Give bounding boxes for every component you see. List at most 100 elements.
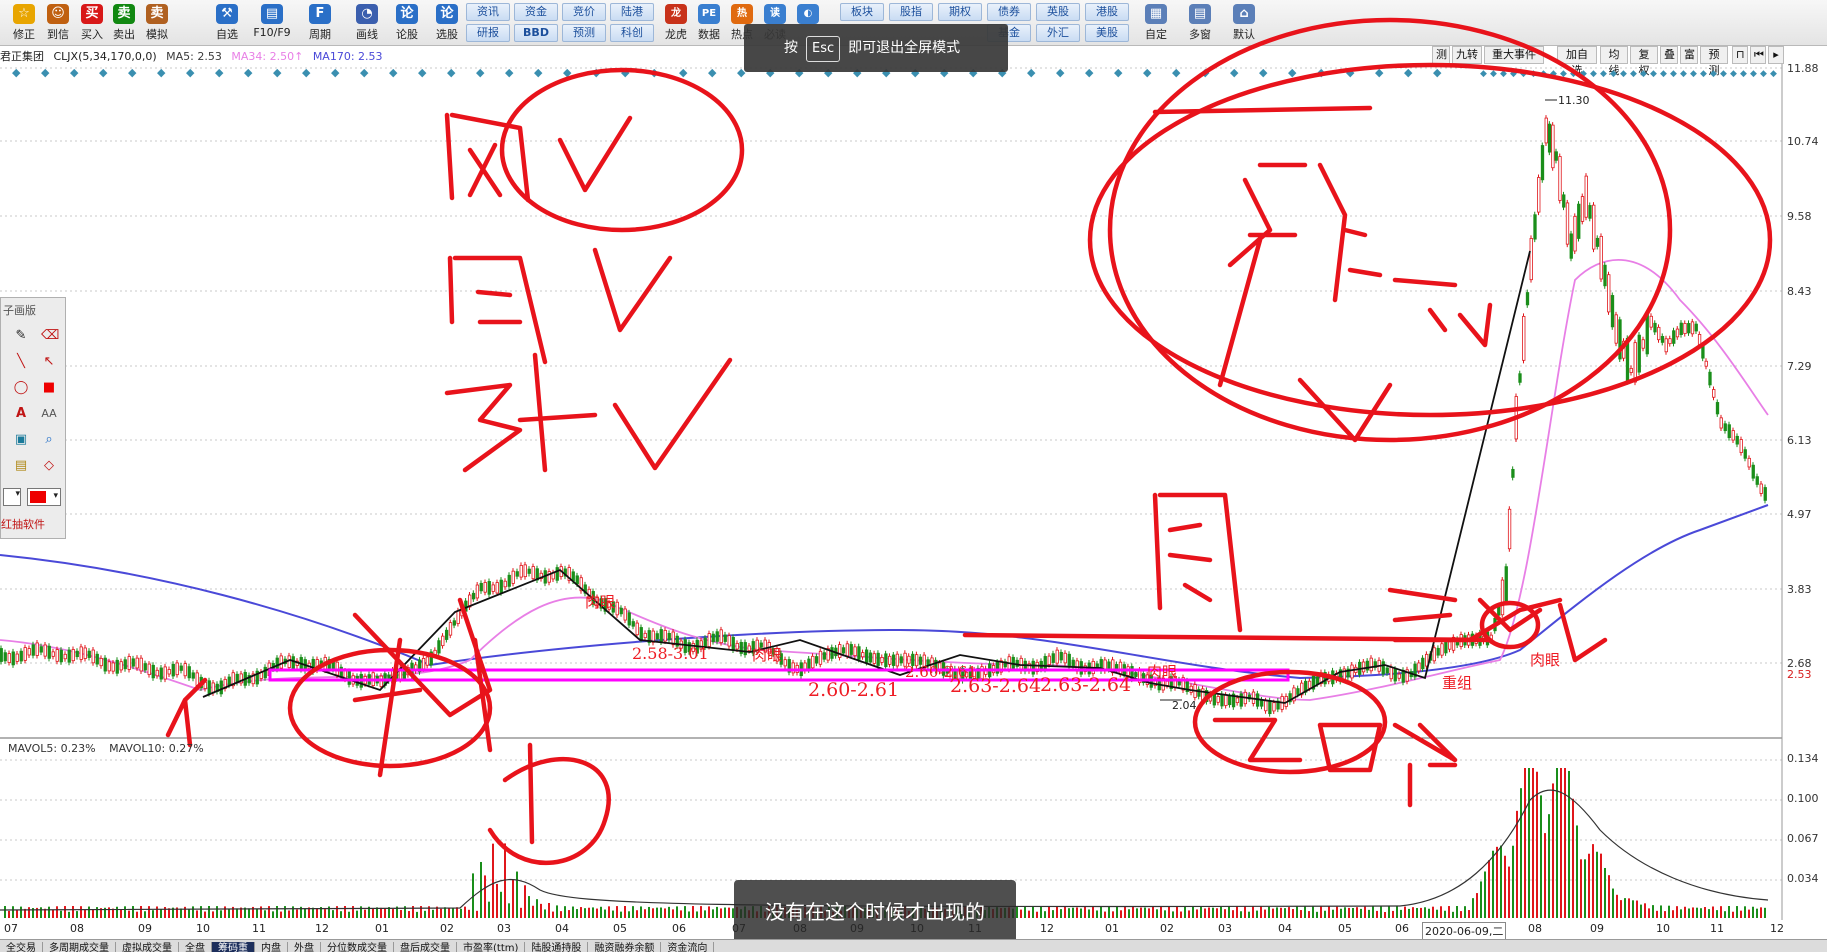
candle-body xyxy=(1727,424,1731,439)
eraser-icon[interactable]: ⌫ xyxy=(41,328,59,344)
candle-body xyxy=(139,657,143,672)
volume-bar xyxy=(1180,911,1182,918)
volume-bar xyxy=(1328,906,1330,918)
candle-body xyxy=(87,650,91,658)
font-size-icon[interactable]: AA xyxy=(41,406,57,422)
screenshot-icon[interactable]: ▣ xyxy=(13,432,29,448)
volume-bar xyxy=(148,906,150,918)
volume-bar xyxy=(220,910,222,918)
pencil-icon[interactable]: ✎ xyxy=(13,328,29,344)
candle-body xyxy=(163,666,167,680)
volume-bar xyxy=(1308,911,1310,918)
volume-bar xyxy=(140,906,142,918)
candle-body xyxy=(899,656,903,664)
rect-tool-icon[interactable]: ■ xyxy=(41,380,57,396)
volume-bar xyxy=(560,911,562,918)
volume-bar xyxy=(1072,907,1074,918)
candle-body xyxy=(31,644,35,656)
signal-marker: ◆ xyxy=(1590,69,1597,79)
candle-body xyxy=(639,627,643,640)
bottom-tab-10[interactable]: 陆股通持股 xyxy=(525,942,589,952)
signal-marker: ◆ xyxy=(476,66,485,79)
candle-body xyxy=(167,669,171,675)
candle-body xyxy=(39,646,43,653)
volume-bar xyxy=(256,909,258,918)
candle-body xyxy=(719,629,723,644)
date-tick: 03 xyxy=(497,922,511,935)
candle-body xyxy=(1660,336,1665,343)
volume-bar xyxy=(124,906,126,918)
volume-bar xyxy=(632,906,634,918)
volume-bar xyxy=(1268,906,1270,918)
candle-body xyxy=(1260,699,1264,707)
volume-bar xyxy=(1056,906,1058,918)
signal-marker: ◆ xyxy=(389,66,398,79)
bottom-tab-4[interactable]: 筹码重 xyxy=(212,942,255,952)
volume-bar xyxy=(1104,911,1106,918)
volume-bar xyxy=(52,909,54,918)
candle-body xyxy=(1759,483,1763,494)
zoom-icon[interactable]: ⌕ xyxy=(41,432,57,448)
volume-bar xyxy=(1656,910,1658,918)
candle-body xyxy=(1220,693,1224,707)
bottom-tab-8[interactable]: 盘后成交量 xyxy=(394,942,457,952)
volume-bar xyxy=(1652,905,1654,918)
annotation-range-1: 2.60-2.61 xyxy=(808,679,899,701)
candle-body xyxy=(1165,680,1169,686)
volume-bar xyxy=(1188,910,1190,918)
candle-body xyxy=(635,622,639,636)
candle-body xyxy=(1381,661,1385,675)
date-tick: 11 xyxy=(1710,922,1724,935)
volume-bar xyxy=(1140,907,1142,918)
bottom-tab-7[interactable]: 分位数成交量 xyxy=(321,942,394,952)
annotation-tag-2: 肉眼 xyxy=(752,646,782,664)
price-tick: 11.88 xyxy=(1787,62,1819,75)
diamond-tool-icon[interactable]: ◇ xyxy=(41,458,57,474)
volume-bar xyxy=(600,906,602,918)
candle-body xyxy=(849,644,853,655)
candle-body xyxy=(107,661,111,672)
open-folder-icon[interactable]: ▤ xyxy=(13,458,29,474)
candle-body xyxy=(811,655,815,669)
candle-body xyxy=(1307,680,1312,689)
volume-bar xyxy=(224,906,226,918)
volume-bar xyxy=(364,909,366,918)
volume-bar xyxy=(1388,906,1390,918)
bottom-tab-12[interactable]: 资金流向 xyxy=(661,942,715,952)
bottom-tab-5[interactable]: 内盘 xyxy=(255,942,288,952)
bottom-tab-0[interactable]: 全交易 xyxy=(0,942,43,952)
arrow-tool-icon[interactable]: ↖ xyxy=(41,354,57,370)
volume-bar xyxy=(1700,908,1702,918)
candle-body xyxy=(1580,196,1585,222)
candle-body xyxy=(1239,693,1243,707)
kline-chart[interactable]: ◆ ◆ ◆ ◆ ◆ ◆ ◆ ◆ ◆ ◆ ◆ ◆ ◆ ◆ ◆ ◆ ◆ ◆ ◆ ◆ ◆ ◆ ◆ ◆ ◆ ◆ ◆ ◆ ◆ ◆ ◆ ◆ ◆ ◆ ◆ ◆ ◆ ◆ ◆ ◆… xyxy=(0,0,1827,952)
bottom-tab-11[interactable]: 融资融券余额 xyxy=(588,942,662,952)
volume-bar xyxy=(696,911,698,918)
line-tool-icon[interactable]: ╲ xyxy=(13,354,29,370)
volume-bar xyxy=(1152,906,1154,918)
volume-bar xyxy=(1368,909,1370,918)
text-tool-icon[interactable]: A xyxy=(13,406,29,422)
signal-marker: ◆ xyxy=(215,66,224,79)
candle-body xyxy=(1529,238,1533,281)
bottom-tab-9[interactable]: 市盈率(ttm) xyxy=(457,942,526,952)
volume-bar xyxy=(1128,909,1130,918)
line-width-select[interactable]: ▾ xyxy=(3,488,21,506)
volume-bar xyxy=(1440,906,1442,918)
candle-body xyxy=(1051,653,1055,663)
bottom-tab-1[interactable]: 多周期成交量 xyxy=(43,942,116,952)
bottom-tab-6[interactable]: 外盘 xyxy=(288,942,321,952)
volume-bar xyxy=(1028,910,1030,918)
volume-bar xyxy=(1204,908,1206,918)
signal-marker: ◆ xyxy=(1730,69,1737,79)
volume-bar xyxy=(444,907,446,918)
volume-bar xyxy=(712,909,714,918)
volume-bar xyxy=(520,907,522,918)
candle-body xyxy=(91,649,95,664)
bottom-tab-2[interactable]: 虚拟成交量 xyxy=(116,942,179,952)
bottom-tab-3[interactable]: 全盘 xyxy=(179,942,212,952)
candle-body xyxy=(1614,314,1618,344)
ellipse-tool-icon[interactable]: ◯ xyxy=(13,380,29,396)
candle-body xyxy=(1743,449,1747,459)
color-picker[interactable]: ▾ xyxy=(27,488,61,506)
